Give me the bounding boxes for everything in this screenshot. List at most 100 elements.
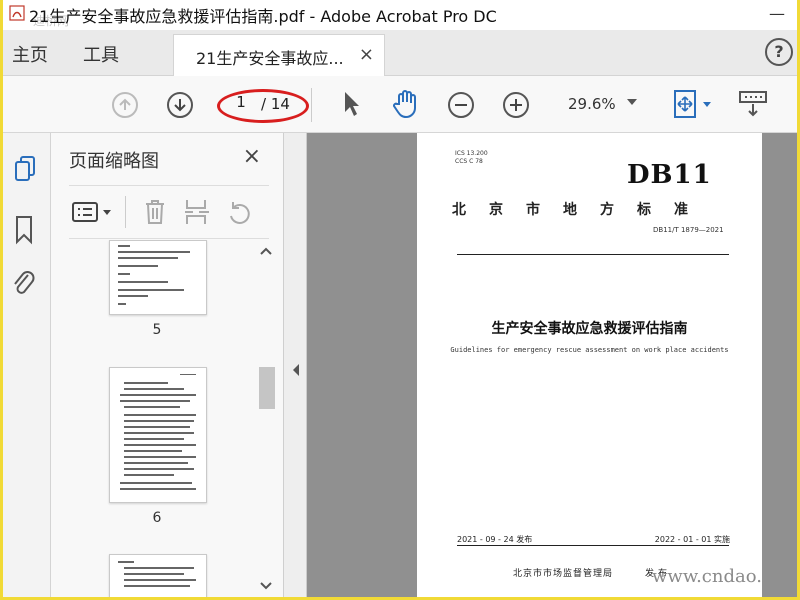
thumb-text-line	[124, 426, 190, 428]
thumbnail-scrollbar[interactable]	[257, 240, 275, 597]
plus-icon	[510, 99, 522, 111]
collapse-arrow-icon[interactable]	[291, 363, 301, 377]
header-rule	[457, 254, 729, 255]
thumbnail-page-6[interactable]	[109, 367, 207, 503]
thumb-text-line	[118, 265, 158, 267]
left-navigation-rail	[3, 133, 51, 597]
panel-toolbar	[69, 185, 269, 239]
bookmark-icon[interactable]	[13, 215, 35, 245]
standard-region: 北京市地方标准	[452, 202, 711, 218]
document-page: ICS 13.200 CCS C 78 DB11 北京市地方标准 DB11/T …	[417, 133, 762, 597]
document-title-cn: 生产安全事故应急救援评估指南	[491, 321, 688, 337]
scroll-up-chevron-icon[interactable]	[260, 246, 272, 256]
thumb-text-line	[118, 561, 134, 563]
thumb-text-line	[124, 579, 196, 581]
thumb-text-line	[118, 251, 190, 253]
thumb-text-line	[118, 281, 168, 283]
page-fit-icon[interactable]	[671, 89, 715, 119]
arrow-up-icon	[119, 98, 131, 110]
thumb-text-line	[118, 303, 126, 305]
panel-title: 页面缩略图	[69, 151, 159, 172]
publisher: 北京市市场监督管理局	[513, 569, 614, 579]
help-button[interactable]: ?	[765, 38, 793, 66]
thumb-text-line	[120, 488, 196, 490]
implementation-date: 2022 - 01 - 01 实施	[654, 535, 730, 544]
insert-page-icon[interactable]	[183, 198, 211, 226]
thumb-text-line	[124, 573, 184, 575]
paperclip-icon[interactable]	[11, 269, 37, 299]
thumb-text-line	[118, 295, 148, 297]
hand-tool-icon[interactable]	[391, 88, 423, 120]
tab-document[interactable]: 21生产安全事故应... ×	[173, 34, 385, 77]
thumb-text-line	[118, 245, 130, 247]
thumb-text-line	[180, 374, 196, 375]
panel-collapse-strip[interactable]	[284, 133, 307, 597]
acrobat-app-icon	[9, 5, 25, 21]
thumb-text-line	[118, 257, 178, 259]
minus-icon	[455, 104, 467, 106]
zoom-level[interactable]: 29.6%	[568, 95, 616, 113]
close-tab-button[interactable]: ×	[359, 44, 374, 65]
tab-home[interactable]: 主页	[12, 41, 48, 67]
window-title: 21生产安全事故应急救援评估指南.pdf - Adobe Acrobat Pro…	[29, 7, 497, 26]
select-cursor-icon[interactable]	[341, 90, 361, 118]
thumb-text-line	[124, 468, 194, 470]
title-bar: 迪桥网 21生产安全事故应急救援评估指南.pdf - Adobe Acrobat…	[3, 0, 797, 30]
next-page-button[interactable]	[167, 92, 193, 118]
previous-page-button[interactable]	[112, 92, 138, 118]
toolbar-divider	[311, 88, 312, 122]
thumbnail-panel: 页面缩略图 × 5 6	[51, 133, 284, 597]
standard-code: DB11	[627, 160, 712, 190]
keyboard-icon[interactable]	[738, 90, 768, 118]
document-view[interactable]: ICS 13.200 CCS C 78 DB11 北京市地方标准 DB11/T …	[307, 133, 797, 597]
issue-date: 2021 - 09 - 24 发布	[457, 535, 533, 544]
thumbnail-page-7[interactable]	[109, 554, 207, 597]
document-tab-label: 21生产安全事故应...	[196, 49, 344, 68]
zoom-in-button[interactable]	[503, 92, 529, 118]
thumb-text-line	[118, 273, 130, 275]
toolbar: 1 / 14 29.6%	[3, 76, 797, 133]
footer-rule	[457, 545, 729, 546]
standard-number: DB11/T 1879—2021	[653, 226, 724, 234]
page-thumbnails-icon[interactable]	[13, 155, 37, 185]
thumbnail-page-number: 5	[152, 322, 162, 338]
thumb-text-line	[120, 400, 190, 402]
thumb-text-line	[124, 420, 194, 422]
thumb-text-line	[124, 382, 168, 384]
thumb-text-line	[120, 482, 192, 484]
thumb-text-line	[124, 456, 196, 458]
thumb-text-line	[124, 567, 194, 569]
document-title-en: Guidelines for emergency rescue assessme…	[450, 346, 729, 354]
zoom-out-button[interactable]	[448, 92, 474, 118]
thumbnail-page-5[interactable]	[109, 240, 207, 315]
arrow-down-icon	[174, 99, 186, 112]
panel-close-button[interactable]: ×	[243, 144, 261, 169]
thumbnail-list: 5 6	[51, 240, 263, 597]
thumb-text-line	[118, 289, 184, 291]
trash-icon[interactable]	[143, 198, 167, 226]
rotate-icon[interactable]	[225, 198, 253, 226]
zoom-dropdown-chevron-icon[interactable]	[627, 99, 637, 105]
scroll-down-chevron-icon[interactable]	[260, 581, 272, 591]
ics-line: ICS 13.200	[455, 150, 488, 157]
options-menu-icon[interactable]	[71, 200, 115, 224]
minimize-button[interactable]: —	[763, 3, 791, 27]
thumb-text-line	[124, 432, 194, 434]
thumb-text-line	[124, 414, 196, 416]
thumb-text-line	[124, 444, 196, 446]
tab-tools[interactable]: 工具	[83, 41, 119, 67]
thumb-text-line	[120, 394, 196, 396]
watermark-bottom-right: www.cndao.	[652, 566, 762, 587]
thumb-text-line	[124, 585, 190, 587]
thumb-text-line	[124, 450, 182, 452]
ccs-line: CCS C 78	[455, 158, 483, 165]
tab-bar: 主页 工具 21生产安全事故应... × ?	[3, 30, 797, 77]
thumbnail-page-number: 6	[152, 510, 162, 526]
thumb-text-line	[124, 474, 174, 476]
scrollbar-thumb[interactable]	[259, 367, 275, 409]
red-annotation-oval	[217, 89, 309, 123]
thumb-text-line	[124, 438, 184, 440]
thumb-text-line	[124, 406, 180, 408]
panel-toolbar-divider	[125, 196, 126, 228]
ics-code: ICS 13.200 CCS C 78	[455, 150, 488, 166]
